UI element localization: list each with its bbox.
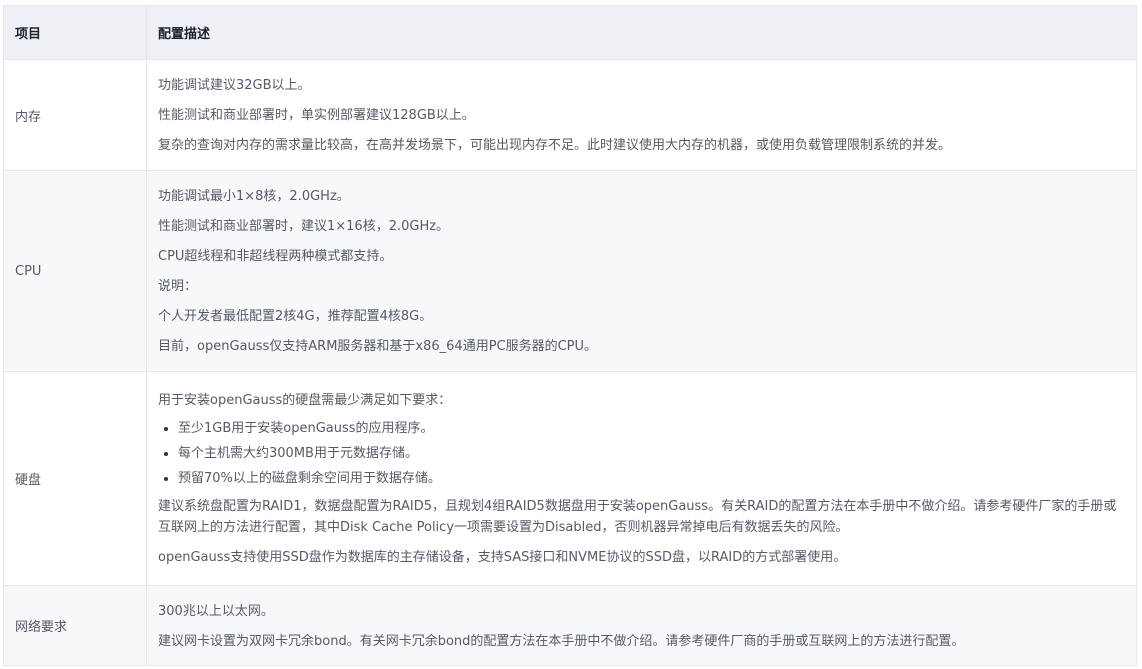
desc-line: CPU超线程和非超线程两种模式都支持。 — [158, 249, 393, 264]
desc-line: 功能调试建议32GB以上。 — [158, 78, 311, 93]
desc-line: 个人开发者最低配置2核4G，推荐配置4核8G。 — [158, 309, 433, 324]
desc-line: 建议网卡设置为双网卡冗余bond。有关网卡冗余bond的配置方法在本手册中不做介… — [158, 633, 965, 649]
note-label: 说明： — [158, 279, 198, 294]
table-row-memory: 内存 功能调试建议32GB以上。 性能测试和商业部署时，单实例部署建议128GB… — [3, 59, 1137, 171]
requirements-table: 项目 配置描述 内存 功能调试建议32GB以上。 性能测试和商业部署时，单实例部… — [3, 5, 1137, 666]
desc-line: 目前，openGauss仅支持ARM服务器和基于x86_64通用PC服务器的CP… — [158, 339, 598, 354]
row-item-label: CPU — [3, 170, 147, 372]
requirement-list: 至少1GB用于安装openGauss的应用程序。 每个主机需大约300MB用于元… — [158, 416, 1125, 491]
table-row-network: 网络要求 300兆以上以太网。 建议网卡设置为双网卡冗余bond。有关网卡冗余b… — [3, 585, 1137, 666]
row-description: 300兆以上以太网。 建议网卡设置为双网卡冗余bond。有关网卡冗余bond的配… — [146, 585, 1137, 666]
row-description: 功能调试建议32GB以上。 性能测试和商业部署时，单实例部署建议128GB以上。… — [146, 59, 1137, 171]
row-description: 用于安装openGauss的硬盘需最少满足如下要求： 至少1GB用于安装open… — [146, 371, 1137, 586]
table-row-cpu: CPU 功能调试最小1×8核，2.0GHz。 性能测试和商业部署时，建议1×16… — [3, 170, 1137, 372]
desc-line: openGauss支持使用SSD盘作为数据库的主存储设备，支持SAS接口和NVM… — [158, 550, 847, 565]
table-header-row: 项目 配置描述 — [3, 5, 1137, 60]
header-item: 项目 — [3, 5, 147, 60]
table-row-disk: 硬盘 用于安装openGauss的硬盘需最少满足如下要求： 至少1GB用于安装o… — [3, 371, 1137, 586]
desc-line: 300兆以上以太网。 — [158, 603, 274, 619]
desc-paragraph: 建议系统盘配置为RAID1，数据盘配置为RAID5，且规划4组RAID5数据盘用… — [158, 499, 1117, 535]
desc-line: 复杂的查询对内存的需求量比较高，在高并发场景下，可能出现内存不足。此时建议使用大… — [158, 138, 952, 153]
row-item-label: 网络要求 — [3, 585, 147, 666]
list-item: 至少1GB用于安装openGauss的应用程序。 — [178, 416, 1125, 441]
desc-line: 性能测试和商业部署时，建议1×16核，2.0GHz。 — [158, 219, 450, 234]
list-item: 每个主机需大约300MB用于元数据存储。 — [178, 441, 1125, 466]
row-item-label: 内存 — [3, 59, 147, 171]
row-description: 功能调试最小1×8核，2.0GHz。 性能测试和商业部署时，建议1×16核，2.… — [146, 170, 1137, 372]
list-item: 预留70%以上的磁盘剩余空间用于数据存储。 — [178, 466, 1125, 491]
desc-line: 用于安装openGauss的硬盘需最少满足如下要求： — [158, 393, 452, 408]
desc-line: 性能测试和商业部署时，单实例部署建议128GB以上。 — [158, 108, 475, 123]
header-description: 配置描述 — [146, 5, 1137, 60]
desc-line: 功能调试最小1×8核，2.0GHz。 — [158, 189, 350, 204]
row-item-label: 硬盘 — [3, 371, 147, 586]
